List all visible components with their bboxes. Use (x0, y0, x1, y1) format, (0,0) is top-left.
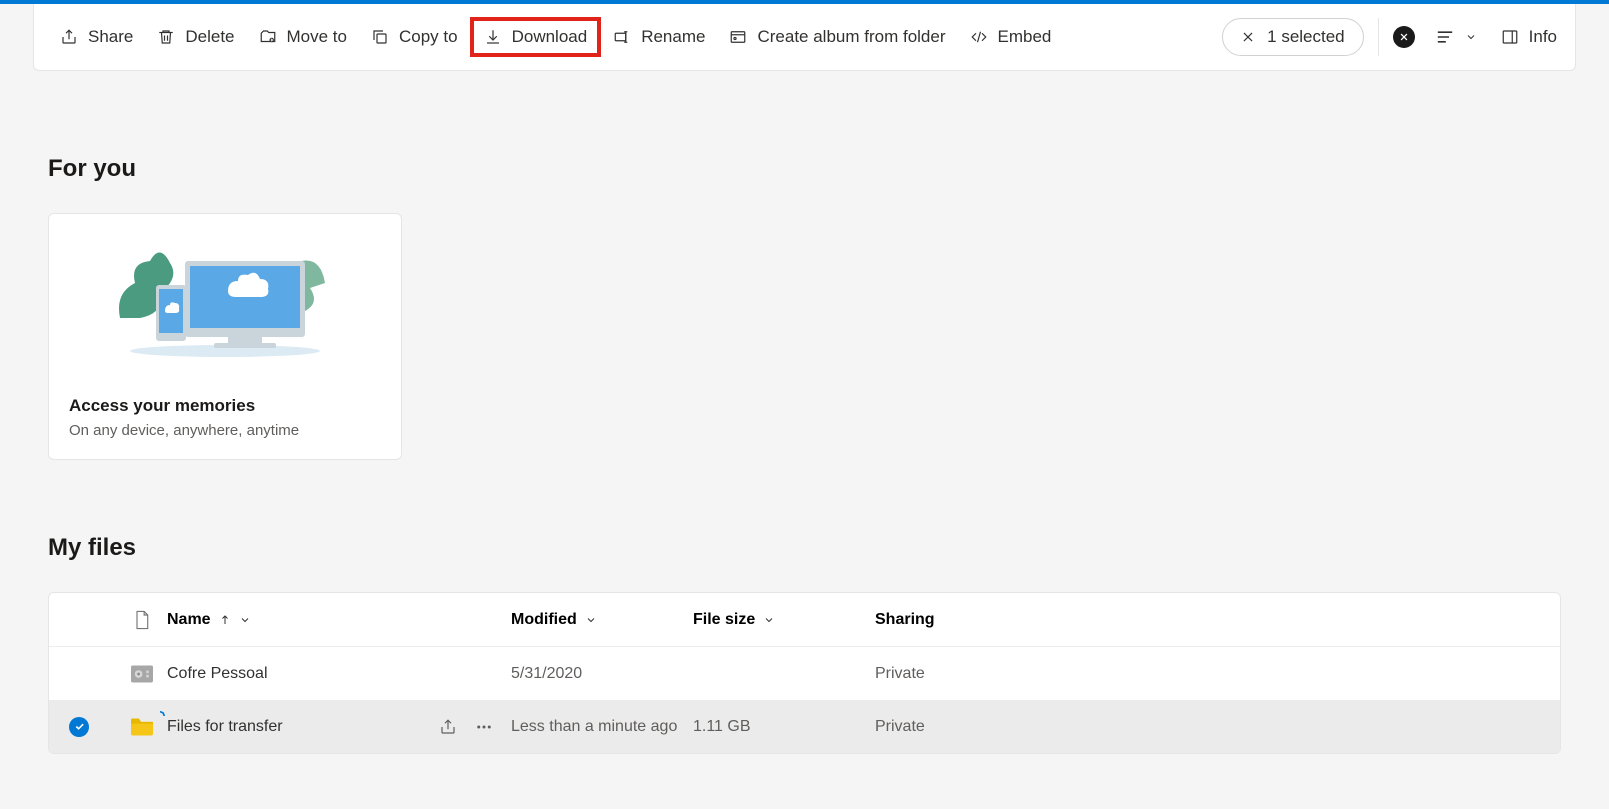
delete-button[interactable]: Delete (145, 19, 246, 55)
copyto-button[interactable]: Copy to (359, 19, 470, 55)
moveto-label: Move to (287, 27, 347, 47)
album-icon (729, 28, 747, 46)
sort-button[interactable] (1429, 23, 1483, 51)
rename-button[interactable]: Rename (601, 19, 717, 55)
copy-icon (371, 28, 389, 46)
embed-button[interactable]: Embed (958, 19, 1064, 55)
download-icon (484, 28, 502, 46)
sort-icon (1435, 29, 1455, 45)
modified-column-header[interactable]: Modified (511, 611, 693, 629)
row-name: Files for transfer (167, 718, 431, 736)
files-table: Name Modified File size Sharing Cofre Pe… (48, 592, 1561, 754)
moveto-icon (259, 28, 277, 46)
file-type-icon (117, 610, 167, 630)
row-modified: 5/31/2020 (511, 665, 693, 683)
info-button[interactable]: Info (1497, 19, 1561, 55)
sharing-column-header[interactable]: Sharing (875, 611, 1540, 629)
selected-count: 1 selected (1267, 27, 1345, 47)
trash-icon (157, 28, 175, 46)
toolbar-divider (1378, 18, 1379, 56)
row-size: 1.11 GB (693, 718, 875, 736)
for-you-heading: For you (48, 155, 1561, 183)
more-icon[interactable] (475, 718, 493, 736)
rename-label: Rename (641, 27, 705, 47)
copyto-label: Copy to (399, 27, 458, 47)
chevron-down-icon (585, 614, 597, 626)
chevron-down-icon (239, 614, 251, 626)
info-icon (1501, 28, 1519, 46)
close-icon (1241, 30, 1255, 44)
memories-illustration (49, 214, 401, 382)
moveto-button[interactable]: Move to (247, 19, 359, 55)
share-label: Share (88, 27, 133, 47)
row-checkbox[interactable] (69, 717, 117, 737)
download-button[interactable]: Download (470, 17, 602, 57)
share-icon (60, 28, 78, 46)
table-row[interactable]: Files for transfer Less than a minute ag… (49, 700, 1560, 753)
name-column-header[interactable]: Name (167, 611, 511, 629)
table-row[interactable]: Cofre Pessoal 5/31/2020 Private (49, 647, 1560, 700)
memories-card-title: Access your memories (69, 396, 381, 416)
selection-pill[interactable]: 1 selected (1222, 18, 1364, 56)
download-label: Download (512, 27, 588, 47)
memories-card[interactable]: Access your memories On any device, anyw… (48, 213, 402, 460)
row-sharing: Private (875, 718, 1540, 736)
memories-card-subtitle: On any device, anywhere, anytime (69, 422, 381, 439)
embed-label: Embed (998, 27, 1052, 47)
row-sharing: Private (875, 665, 1540, 683)
table-header: Name Modified File size Sharing (49, 593, 1560, 647)
album-label: Create album from folder (757, 27, 945, 47)
share-icon[interactable] (439, 718, 457, 736)
create-album-button[interactable]: Create album from folder (717, 19, 957, 55)
row-modified: Less than a minute ago (511, 718, 693, 736)
info-label: Info (1529, 27, 1557, 47)
share-button[interactable]: Share (48, 19, 145, 55)
vault-icon (117, 665, 167, 683)
syncing-badge-icon (155, 711, 165, 721)
checked-icon (69, 717, 89, 737)
clear-selection-button[interactable] (1393, 26, 1415, 48)
rename-icon (613, 28, 631, 46)
sort-asc-icon (219, 614, 231, 626)
action-toolbar: Share Delete Move to Copy to Download (33, 4, 1576, 71)
chevron-down-icon (763, 614, 775, 626)
embed-icon (970, 28, 988, 46)
row-name: Cofre Pessoal (167, 665, 511, 683)
folder-icon (117, 718, 167, 736)
delete-label: Delete (185, 27, 234, 47)
chevron-down-icon (1465, 31, 1477, 43)
size-column-header[interactable]: File size (693, 611, 875, 629)
my-files-heading: My files (48, 534, 1561, 562)
